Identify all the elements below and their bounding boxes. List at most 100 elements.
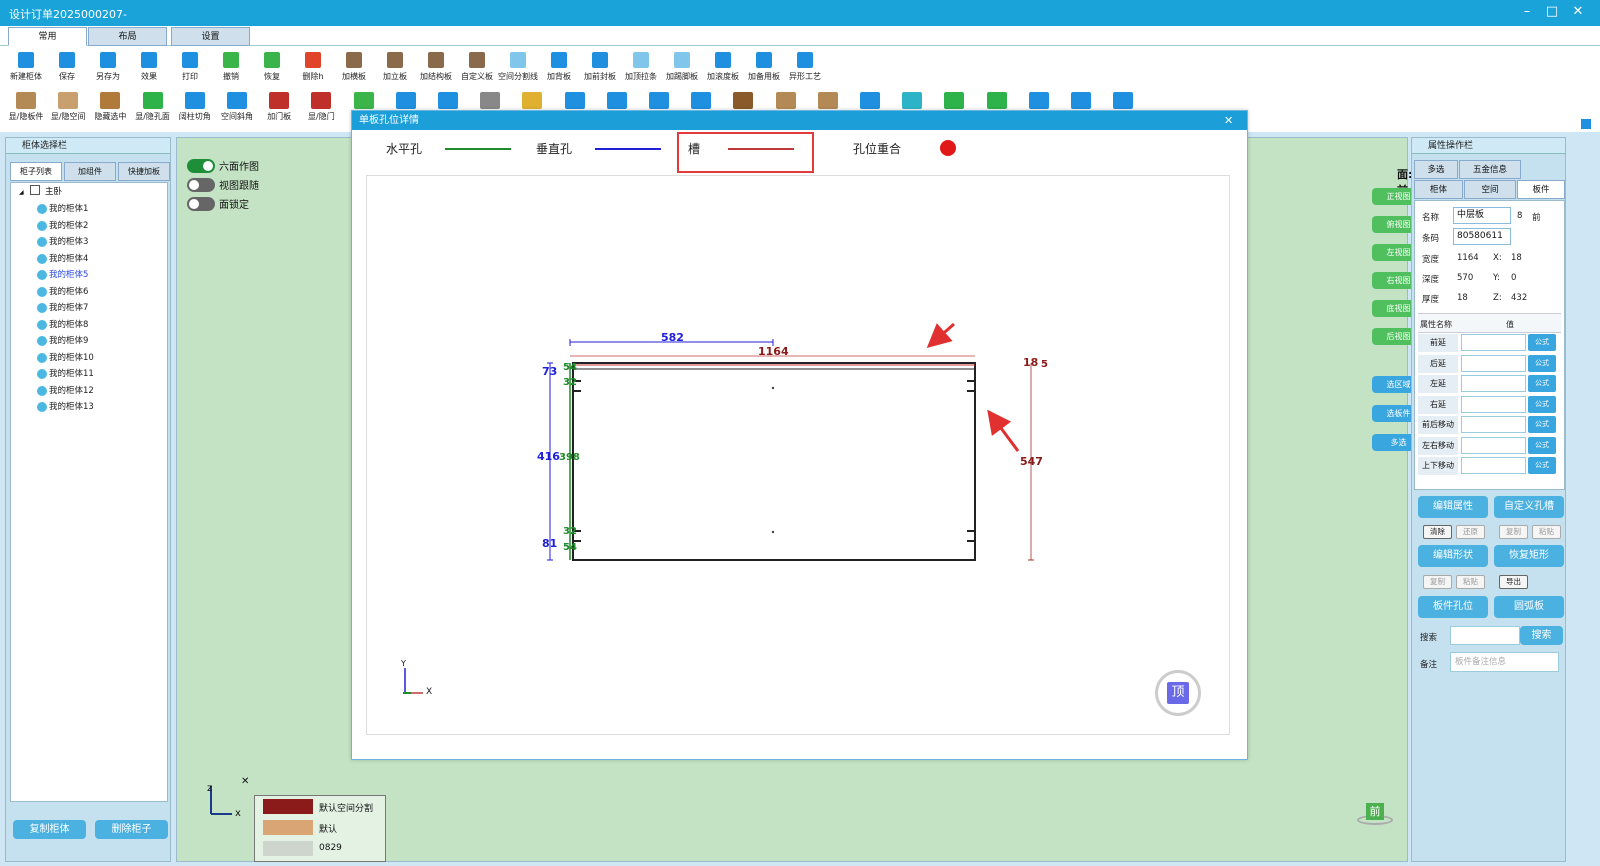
tab-layout[interactable]: 布局 — [88, 27, 167, 46]
tool-button-toggle-board[interactable]: 显/隐板件 — [4, 92, 48, 122]
tool-button-tool-21[interactable] — [848, 92, 892, 111]
board-hole-button[interactable]: 板件孔位 — [1418, 596, 1488, 618]
tool-button-new-cabinet[interactable]: 新建柜体 — [4, 52, 48, 82]
name-field[interactable]: 中层板 — [1453, 207, 1511, 224]
minimize-button[interactable]: – — [1517, 4, 1537, 19]
board-drawing-area[interactable]: 582 1164 73 54 32 416 398 32 81 54 18 5 … — [366, 175, 1230, 735]
tool-button-tool-17[interactable] — [679, 92, 723, 111]
tab-space[interactable]: 空间 — [1464, 180, 1516, 199]
tree-item[interactable]: 我的柜体2 — [11, 218, 167, 235]
tree-root[interactable]: ◢ 主卧 — [11, 183, 167, 201]
small-action-button[interactable]: 还原 — [1456, 525, 1485, 539]
prop-value-input[interactable] — [1461, 375, 1526, 392]
tool-button-tool-25[interactable] — [1017, 92, 1061, 111]
tool-button-tool-16[interactable] — [637, 92, 681, 111]
tool-button-print[interactable]: 打印 — [168, 52, 212, 82]
close-window-button[interactable]: ✕ — [1568, 4, 1588, 19]
search-input[interactable] — [1450, 626, 1520, 645]
tree-item[interactable]: 我的柜体12 — [11, 383, 167, 400]
tool-button-horizontal-board[interactable]: 加横板 — [332, 52, 376, 82]
formula-button[interactable]: 公式 — [1528, 416, 1556, 433]
tool-button-save-as[interactable]: 另存为 — [86, 52, 130, 82]
tool-button-kickboard[interactable]: 加踢脚板 — [660, 52, 704, 82]
tree-item[interactable]: 我的柜体6 — [11, 284, 167, 301]
search-button[interactable]: 搜索 — [1520, 626, 1563, 645]
tree-item[interactable]: 我的柜体5 — [11, 267, 167, 284]
tool-button-tool-14[interactable] — [553, 92, 597, 111]
small-action-button[interactable]: 粘贴 — [1456, 575, 1485, 589]
axis-close-icon[interactable]: ✕ — [241, 776, 249, 787]
edit-attribute-button[interactable]: 编辑属性 — [1418, 496, 1488, 518]
tool-button-effect[interactable]: 效果 — [127, 52, 171, 82]
tab-add-component[interactable]: 加组件 — [64, 162, 116, 181]
front-view-badge[interactable]: 前 — [1355, 803, 1395, 829]
small-action-button[interactable]: 复制 — [1423, 575, 1452, 589]
tree-item[interactable]: 我的柜体1 — [11, 201, 167, 218]
tab-multi-select[interactable]: 多选 — [1414, 160, 1458, 179]
toggle-six-face[interactable]: 六面作图 — [187, 156, 259, 175]
tool-button-tool-22[interactable] — [890, 92, 934, 111]
tree-item[interactable]: 我的柜体11 — [11, 366, 167, 383]
arc-board-button[interactable]: 圆弧板 — [1494, 596, 1564, 618]
tool-button-toggle-space[interactable]: 显/隐空间 — [46, 92, 90, 122]
tool-button-tool-27[interactable] — [1101, 92, 1145, 111]
small-action-button[interactable]: 粘贴 — [1532, 525, 1561, 539]
toggle-switch[interactable] — [187, 177, 215, 192]
tool-button-column-chamfer[interactable]: 阔柱切角 — [173, 92, 217, 122]
tool-button-undo[interactable]: 撤销 — [209, 52, 253, 82]
custom-hole-button[interactable]: 自定义孔槽 — [1494, 496, 1564, 518]
tool-button-delete[interactable]: 删除h — [291, 52, 335, 82]
tool-button-front-cover[interactable]: 加前封板 — [578, 52, 622, 82]
small-action-button[interactable]: 导出 — [1499, 575, 1528, 589]
tool-button-tool-13[interactable] — [510, 92, 554, 111]
tab-cabinet-list[interactable]: 柜子列表 — [10, 162, 62, 181]
copy-cabinet-button[interactable]: 复制柜体 — [13, 820, 86, 839]
tab-board[interactable]: 板件 — [1517, 180, 1565, 199]
note-input[interactable]: 板件备注信息 — [1450, 652, 1559, 672]
tool-button-tool-24[interactable] — [975, 92, 1019, 111]
tool-button-space-divider[interactable]: 空间分割线 — [496, 52, 540, 82]
formula-button[interactable]: 公式 — [1528, 334, 1556, 351]
formula-button[interactable]: 公式 — [1528, 354, 1556, 372]
tool-button-structure-board[interactable]: 加结构板 — [414, 52, 458, 82]
formula-button[interactable]: 公式 — [1528, 395, 1556, 413]
tool-button-tool-15[interactable] — [595, 92, 639, 111]
top-view-badge[interactable]: 顶 — [1155, 670, 1201, 716]
tool-button-tool-19[interactable] — [764, 92, 808, 111]
prop-value-input[interactable] — [1461, 436, 1526, 454]
prop-value-input[interactable] — [1461, 354, 1526, 372]
edit-shape-button[interactable]: 编辑形状 — [1418, 545, 1488, 567]
dialog-close-icon[interactable]: ✕ — [1224, 111, 1233, 130]
restore-rect-button[interactable]: 恢复矩形 — [1494, 545, 1564, 567]
tree-item[interactable]: 我的柜体7 — [11, 300, 167, 317]
delete-cabinet-button[interactable]: 删除柜子 — [95, 820, 168, 839]
tool-button-roll-board[interactable]: 加滚度板 — [701, 52, 745, 82]
tool-button-tool-11[interactable] — [426, 92, 470, 111]
tree-item[interactable]: 我的柜体4 — [11, 251, 167, 268]
tree-item[interactable]: 我的柜体13 — [11, 399, 167, 416]
code-field[interactable]: 80580611 — [1453, 228, 1511, 245]
expand-icon[interactable]: ◢ — [19, 189, 24, 196]
tree-item[interactable]: 我的柜体3 — [11, 234, 167, 251]
prop-value-input[interactable] — [1461, 416, 1526, 433]
tool-button-shaped-craft[interactable]: 异形工艺 — [783, 52, 827, 82]
formula-button[interactable]: 公式 — [1528, 436, 1556, 454]
tree-item[interactable]: 我的柜体9 — [11, 333, 167, 350]
toggle-face-lock[interactable]: 面锁定 — [187, 194, 259, 213]
tool-button-top-strip[interactable]: 加顶拉条 — [619, 52, 663, 82]
maximize-button[interactable]: □ — [1542, 4, 1562, 19]
tool-button-hide-selected[interactable]: 隐藏选中 — [88, 92, 132, 122]
toggle-switch[interactable] — [187, 196, 215, 211]
tool-button-save[interactable]: 保存 — [45, 52, 89, 82]
tree-item[interactable]: 我的柜体10 — [11, 350, 167, 367]
tool-button-back-board[interactable]: 加背板 — [537, 52, 581, 82]
formula-button[interactable]: 公式 — [1528, 457, 1556, 474]
prop-value-input[interactable] — [1461, 395, 1526, 413]
tool-button-redo[interactable]: 恢复 — [250, 52, 294, 82]
tool-button-door-board[interactable]: 加门板 — [257, 92, 301, 122]
tool-button-tool-26[interactable] — [1059, 92, 1103, 111]
tool-button-tool-20[interactable] — [806, 92, 850, 111]
tool-button-tool-23[interactable] — [932, 92, 976, 111]
tool-button-spare-board[interactable]: 加备用板 — [742, 52, 786, 82]
tool-button-toggle-door[interactable]: 显/隐门 — [299, 92, 343, 122]
